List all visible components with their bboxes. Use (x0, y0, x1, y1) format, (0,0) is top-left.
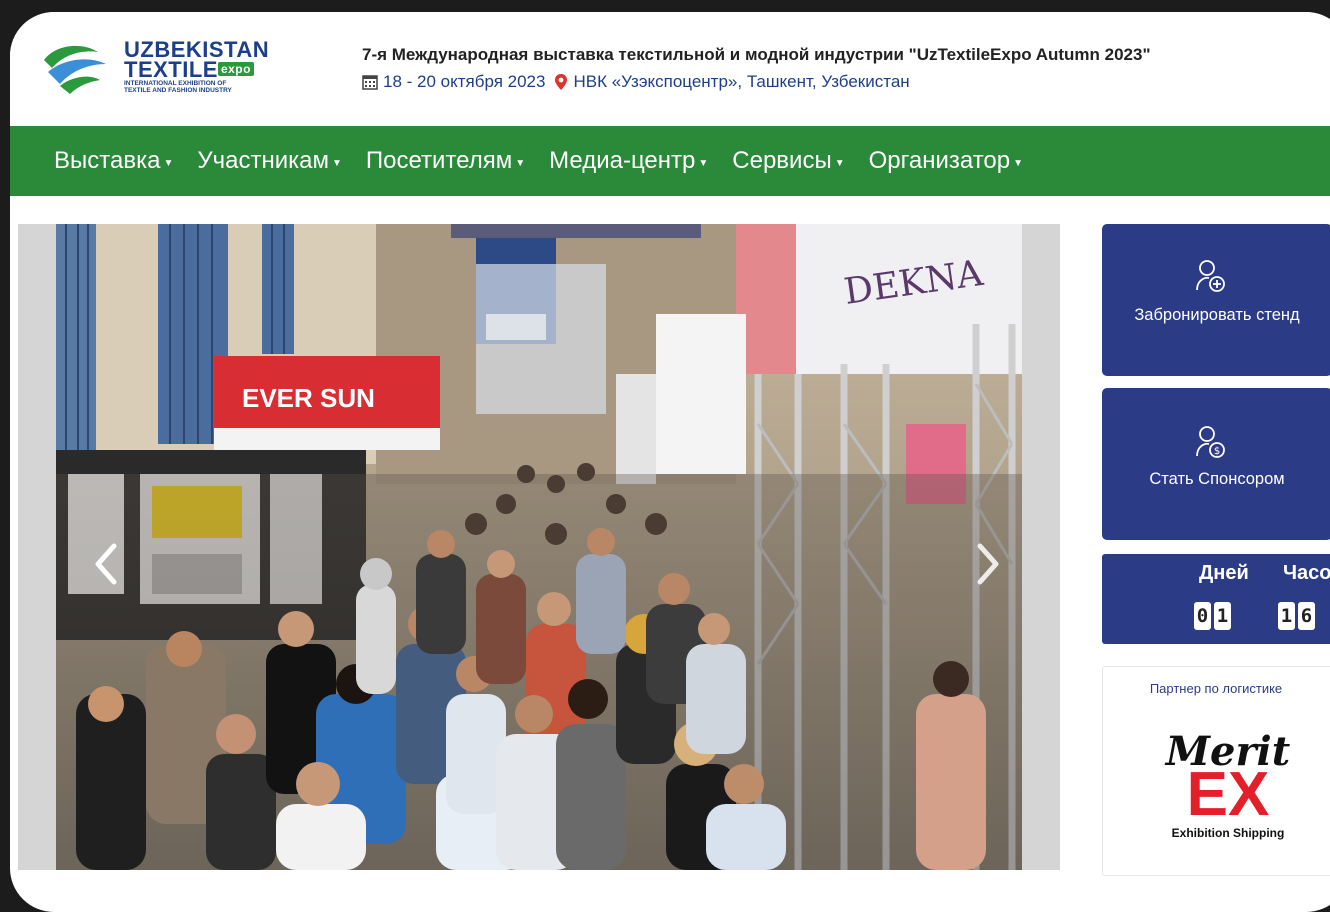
svg-text:$: $ (1214, 446, 1220, 457)
calendar-icon (362, 75, 378, 90)
nav-services[interactable]: Сервисы ▼ (732, 147, 844, 175)
partner-logo-tagline: Exhibition Shipping (1172, 826, 1285, 840)
caret-down-icon: ▼ (163, 157, 174, 169)
logo-text: UZBEKISTAN TEXTILE expo INTERNATIONAL EXH… (124, 39, 269, 95)
countdown-days-label: Дней (1199, 562, 1249, 584)
partner-logo-word: Merit (1164, 728, 1291, 775)
become-sponsor-label: Стать Спонсором (1149, 470, 1285, 488)
nav-organizer-label: Организатор (868, 147, 1011, 174)
countdown-hours-digit-1: 1 (1278, 602, 1295, 630)
slider-prev-button[interactable] (86, 534, 126, 594)
nav-media-center[interactable]: Медиа-центр ▼ (549, 147, 708, 175)
nav-exhibition[interactable]: Выставка ▼ (54, 147, 173, 175)
exhibition-hall-photo: EVER SUN DEKNA (56, 224, 1022, 870)
chevron-left-icon (95, 543, 117, 585)
nav-organizer[interactable]: Организатор ▼ (869, 147, 1023, 175)
user-plus-icon (1196, 260, 1225, 292)
become-sponsor-button[interactable]: $ Стать Спонсором (1102, 388, 1330, 540)
event-title: 7-я Международная выставка текстильной и… (362, 45, 1151, 64)
caret-down-icon: ▼ (331, 157, 342, 169)
caret-down-icon: ▼ (834, 157, 845, 169)
event-dates: 18 - 20 октября 2023 (383, 72, 546, 91)
countdown-days-digit-1: 0 (1194, 602, 1211, 630)
event-info: 18 - 20 октября 2023 НВК «Узэкспоцентр»,… (362, 72, 910, 92)
logistics-partner-block: Партнер по логистике EX Merit Exhibition… (1102, 666, 1330, 876)
event-venue: НВК «Узэкспоцентр», Ташкент, Узбекистан (573, 72, 910, 91)
logo-swirl-icon (44, 45, 106, 94)
nav-exhibition-label: Выставка (54, 147, 161, 174)
nav-exhibitors[interactable]: Участникам ▼ (197, 147, 342, 175)
hero-slider: EVER SUN DEKNA (18, 224, 1060, 870)
site-header: UZBEKISTAN TEXTILE expo INTERNATIONAL EXH… (10, 12, 1330, 126)
meritex-logo[interactable]: EX Merit Exhibition Shipping (1153, 715, 1303, 845)
nav-visitors-label: Посетителям (365, 147, 513, 174)
chevron-right-icon (977, 543, 999, 585)
partner-title: Партнер по логистике (1149, 681, 1283, 696)
nav-media-center-label: Медиа-центр (549, 147, 696, 174)
browser-page: UZBEKISTAN TEXTILE expo INTERNATIONAL EXH… (10, 12, 1330, 912)
caret-down-icon: ▼ (698, 157, 709, 169)
countdown-timer: Дней Часов 0 1 1 6 (1102, 554, 1330, 644)
main-nav: Выставка ▼ Участникам ▼ Посетителям ▼ Медиа… (10, 126, 1330, 196)
slider-next-button[interactable] (968, 534, 1008, 594)
location-pin-icon (555, 74, 568, 90)
user-dollar-icon: $ (1196, 426, 1225, 458)
caret-down-icon: ▼ (515, 157, 526, 169)
countdown-hours-label: Часов (1283, 562, 1330, 584)
logo-badge: expo (217, 62, 254, 76)
caret-down-icon: ▼ (1013, 157, 1024, 169)
logo-subtitle: INTERNATIONAL EXHIBITION OF TEXTILE AND … (124, 80, 232, 94)
nav-exhibitors-label: Участникам (197, 147, 329, 174)
site-logo[interactable]: UZBEKISTAN TEXTILE expo INTERNATIONAL EXH… (38, 38, 269, 100)
countdown-days-digit-2: 1 (1214, 602, 1231, 630)
nav-visitors[interactable]: Посетителям ▼ (366, 147, 525, 175)
nav-services-label: Сервисы (732, 147, 832, 174)
exhibition-crowd-image: EVER SUN DEKNA (56, 224, 1022, 870)
countdown-hours-digit-2: 6 (1298, 602, 1315, 630)
banner-ever-sun: EVER SUN (242, 383, 375, 413)
book-stand-label: Забронировать стенд (1134, 306, 1300, 324)
book-stand-button[interactable]: Забронировать стенд (1102, 224, 1330, 376)
logo-line2: TEXTILE (124, 57, 218, 82)
